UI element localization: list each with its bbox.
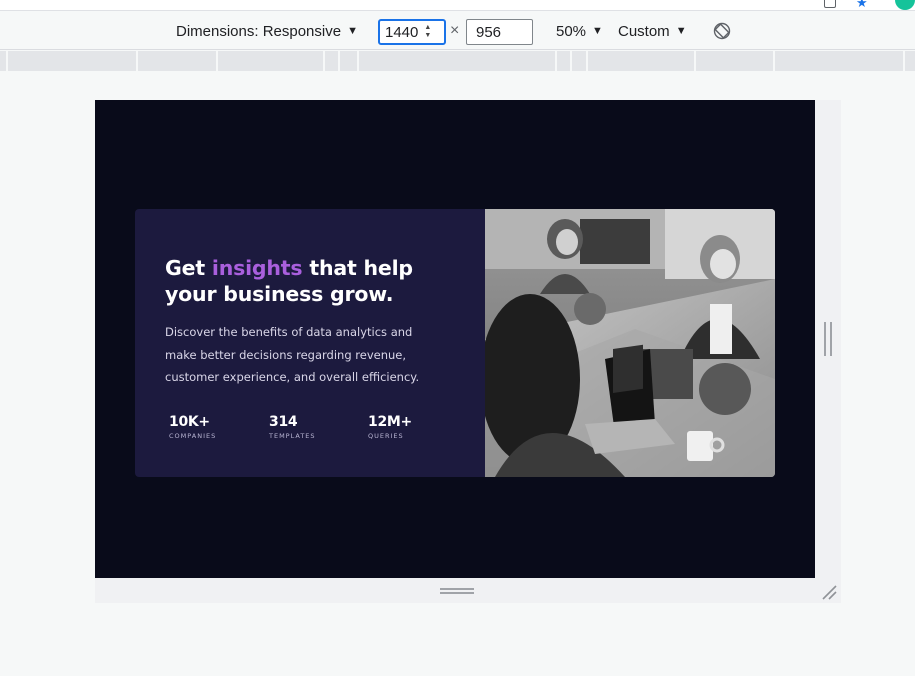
dimensions-label: Dimensions: Responsive — [176, 22, 342, 40]
device-toolbar: Dimensions: Responsive ▼ 1440 ▲ ▼ × 956 5… — [0, 12, 915, 50]
width-value: 1440 — [385, 23, 419, 41]
resize-corner-icon[interactable] — [820, 583, 838, 601]
ruler-divider — [323, 51, 325, 71]
ruler-divider — [586, 51, 588, 71]
zoom-label: 50% — [556, 22, 587, 40]
ruler-divider — [694, 51, 696, 71]
width-input[interactable]: 1440 ▲ ▼ — [378, 19, 446, 45]
times-symbol: × — [450, 22, 460, 39]
throttle-label: Custom — [618, 22, 670, 40]
height-input[interactable]: 956 — [466, 19, 533, 45]
headline: Get insights that help your business gro… — [165, 255, 465, 307]
spinner-icon[interactable]: ▲ ▼ — [424, 24, 431, 40]
zoom-dropdown[interactable]: 50% ▼ — [556, 12, 603, 50]
description: Discover the benefits of data analytics … — [165, 325, 420, 384]
rotate-button[interactable] — [713, 12, 731, 50]
hero-photo — [485, 209, 775, 477]
ruler-divider — [6, 51, 8, 71]
star-icon[interactable]: ★ — [856, 0, 868, 9]
ruler-divider — [338, 51, 340, 71]
browser-top-strip: ★ — [0, 0, 915, 11]
stat-label: QUERIES — [368, 432, 404, 440]
stat-templates: 314 TEMPLATES — [269, 414, 316, 440]
stat-value: 314 — [269, 414, 298, 430]
stat-queries: 12M+ QUERIES — [368, 414, 412, 440]
stat-companies: 10K+ COMPANIES — [169, 414, 216, 440]
window-icon[interactable] — [824, 0, 836, 8]
chevron-down-icon: ▼ — [592, 25, 603, 37]
stat-label: COMPANIES — [169, 432, 217, 440]
ruler-divider — [136, 51, 138, 71]
headline-lead: Get — [165, 256, 212, 280]
office-photo-illustration — [485, 209, 775, 477]
extension-icon[interactable] — [895, 0, 915, 10]
ruler-divider — [773, 51, 775, 71]
stat-value: 12M+ — [368, 414, 412, 430]
ruler-divider — [555, 51, 557, 71]
ruler-divider — [903, 51, 905, 71]
dimensions-dropdown[interactable]: Dimensions: Responsive ▼ — [176, 12, 358, 50]
chevron-down-icon: ▼ — [347, 25, 358, 37]
ruler-divider — [216, 51, 218, 71]
rotate-icon — [713, 22, 731, 40]
resize-handle-right[interactable] — [824, 322, 832, 356]
resize-handle-bottom[interactable] — [440, 588, 474, 594]
throttle-dropdown[interactable]: Custom ▼ — [618, 12, 687, 50]
media-query-ruler[interactable] — [0, 51, 915, 71]
ruler-divider — [357, 51, 359, 71]
stat-label: TEMPLATES — [269, 432, 316, 440]
headline-accent: insights — [211, 256, 303, 280]
chevron-down-icon: ▼ — [675, 25, 687, 37]
ruler-divider — [570, 51, 572, 71]
height-value: 956 — [476, 23, 502, 41]
stats-card: Get insights that help your business gro… — [135, 209, 775, 477]
stat-value: 10K+ — [169, 414, 210, 430]
